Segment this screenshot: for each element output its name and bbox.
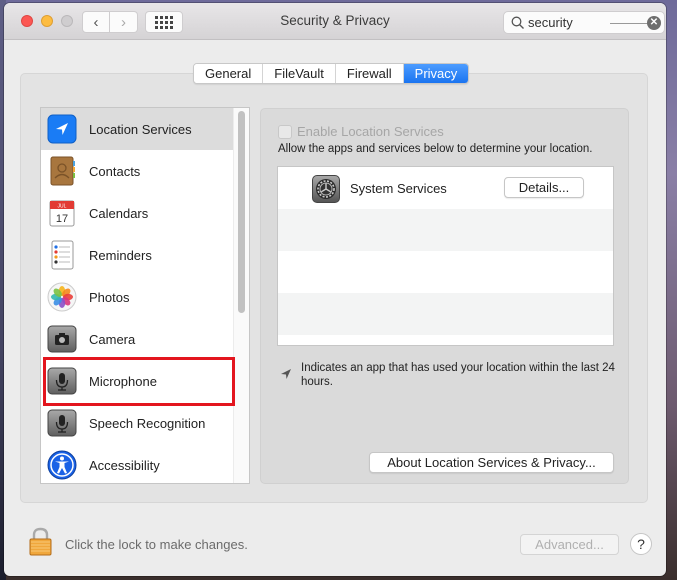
accessibility-figure-icon xyxy=(47,450,77,480)
location-apps-table: System Services Details... xyxy=(277,166,614,346)
tab-general[interactable]: General xyxy=(194,64,264,83)
sidebar-item-camera[interactable]: Camera xyxy=(41,318,233,360)
advanced-button[interactable]: Advanced... xyxy=(520,534,619,555)
table-row-empty xyxy=(278,209,613,251)
indicator-text: Indicates an app that has used your loca… xyxy=(301,362,615,388)
sidebar-item-label: Accessibility xyxy=(89,457,160,473)
location-arrow-icon xyxy=(47,114,77,144)
sidebar-item-contacts[interactable]: Contacts xyxy=(41,150,233,192)
sidebar-item-speech-recognition[interactable]: Speech Recognition xyxy=(41,402,233,444)
enable-location-services-checkbox[interactable]: Enable Location Services xyxy=(278,124,444,139)
privacy-category-list: Location Services Contacts JUL 17 Calend… xyxy=(40,107,250,484)
sidebar-item-accessibility[interactable]: Accessibility xyxy=(41,444,233,483)
list-scrollbar[interactable] xyxy=(233,108,249,483)
about-location-services-button[interactable]: About Location Services & Privacy... xyxy=(369,452,614,473)
search-icon xyxy=(511,16,524,29)
clear-search-icon[interactable]: ✕ xyxy=(647,16,661,30)
tab-bar: General FileVault Firewall Privacy xyxy=(193,63,470,84)
system-preferences-gear-icon xyxy=(312,175,340,203)
location-description: Allow the apps and services below to det… xyxy=(278,143,593,155)
microphone-icon xyxy=(47,408,77,438)
reminders-list-icon xyxy=(47,240,77,270)
sidebar-item-label: Calendars xyxy=(89,205,149,221)
photos-flower-icon xyxy=(47,282,77,312)
scrollbar-thumb[interactable] xyxy=(238,111,245,313)
table-row-empty xyxy=(278,251,613,293)
svg-text:17: 17 xyxy=(56,213,68,225)
search-input[interactable] xyxy=(528,14,613,31)
location-arrow-icon xyxy=(281,369,291,379)
help-button[interactable]: ? xyxy=(630,533,652,555)
search-field[interactable]: ✕ xyxy=(503,11,665,34)
checkbox-unchecked[interactable] xyxy=(278,124,292,139)
sidebar-item-label: Contacts xyxy=(89,163,141,179)
checkbox-label: Enable Location Services xyxy=(297,124,444,139)
sidebar-item-label: Speech Recognition xyxy=(89,415,206,431)
sidebar-item-photos[interactable]: Photos xyxy=(41,276,233,318)
sidebar-item-location-services[interactable]: Location Services xyxy=(41,108,233,150)
lock-icon[interactable] xyxy=(28,527,53,556)
lock-message: Click the lock to make changes. xyxy=(65,537,248,552)
table-row-empty xyxy=(278,293,613,335)
microphone-icon xyxy=(47,366,77,396)
sidebar-item-label: Location Services xyxy=(89,121,192,137)
search-highlight-line xyxy=(610,23,650,24)
contacts-book-icon xyxy=(47,156,77,186)
table-row[interactable]: System Services Details... xyxy=(278,167,613,209)
svg-text:JUL: JUL xyxy=(58,204,67,210)
calendar-icon: JUL 17 xyxy=(47,198,77,228)
location-services-pane: Enable Location Services Allow the apps … xyxy=(260,108,629,484)
details-button[interactable]: Details... xyxy=(504,177,584,198)
sidebar-item-calendars[interactable]: JUL 17 Calendars xyxy=(41,192,233,234)
tab-filevault[interactable]: FileVault xyxy=(263,64,336,83)
camera-icon xyxy=(47,324,77,354)
sidebar-item-reminders[interactable]: Reminders xyxy=(41,234,233,276)
tab-firewall[interactable]: Firewall xyxy=(335,64,404,83)
sidebar-item-label: Reminders xyxy=(89,247,152,263)
tab-privacy[interactable]: Privacy xyxy=(403,64,469,83)
app-name: System Services xyxy=(350,181,447,196)
sidebar-item-label: Photos xyxy=(89,289,130,305)
sidebar-item-label: Microphone xyxy=(89,373,157,389)
title-bar[interactable]: ‹ › Security & Privacy ✕ xyxy=(4,3,666,40)
sidebar-item-microphone[interactable]: Microphone xyxy=(41,360,233,402)
sidebar-item-label: Camera xyxy=(89,331,136,347)
location-indicator-legend: Indicates an app that has used your loca… xyxy=(279,361,619,389)
